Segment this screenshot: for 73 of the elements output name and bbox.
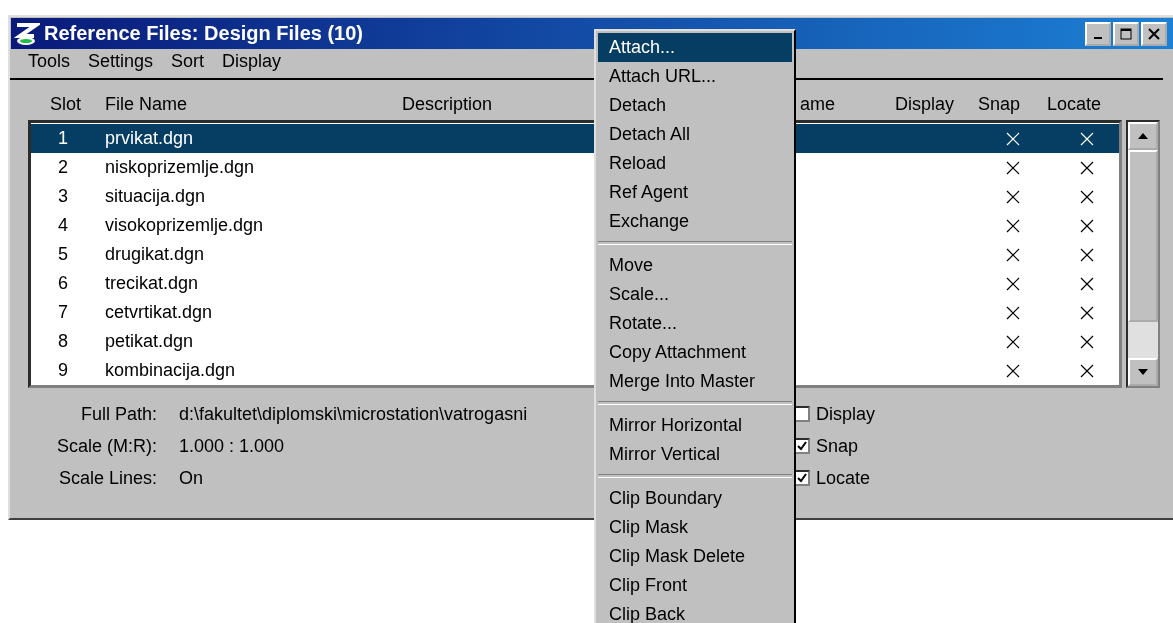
menu-item[interactable]: Tools bbox=[26, 51, 73, 78]
scroll-down-button[interactable] bbox=[1128, 358, 1158, 386]
file-name[interactable]: prvikat.dgn bbox=[105, 128, 402, 149]
context-menu-item[interactable]: Attach... bbox=[598, 33, 792, 62]
file-name[interactable]: cetvrtikat.dgn bbox=[105, 302, 402, 323]
checkbox-label: Display bbox=[816, 403, 876, 425]
context-menu-item[interactable]: Ref Agent bbox=[598, 178, 792, 207]
column-header: Snap bbox=[978, 94, 1021, 115]
file-name[interactable]: petikat.dgn bbox=[105, 331, 402, 352]
column-header: Display bbox=[895, 94, 955, 115]
context-menu-item[interactable]: Reload bbox=[598, 149, 792, 178]
context-menu-item[interactable]: Attach URL... bbox=[598, 62, 792, 91]
app-logo-icon bbox=[14, 20, 40, 47]
column-header: Slot bbox=[50, 94, 82, 115]
context-menu-item[interactable]: Mirror Horizontal bbox=[598, 411, 792, 440]
column-header: File Name bbox=[105, 94, 188, 115]
minimize-button[interactable] bbox=[1085, 21, 1111, 46]
column-header: ame bbox=[800, 94, 835, 115]
checkbox-label: Locate bbox=[816, 467, 871, 489]
file-name[interactable]: visokoprizemlje.dgn bbox=[105, 215, 402, 236]
file-name[interactable]: niskoprizemlje.dgn bbox=[105, 157, 402, 178]
context-menu-item[interactable]: Clip Mask bbox=[598, 513, 792, 542]
context-menu-item[interactable]: Detach bbox=[598, 91, 792, 120]
field-label: Full Path: bbox=[79, 403, 157, 426]
slot-number: 7 bbox=[57, 302, 69, 323]
field-value: On bbox=[179, 467, 203, 490]
slot-number: 4 bbox=[57, 215, 69, 236]
menu-item[interactable]: Display bbox=[220, 51, 284, 78]
file-name[interactable]: drugikat.dgn bbox=[105, 244, 402, 265]
context-menu-item[interactable]: Rotate... bbox=[598, 309, 792, 338]
maximize-button[interactable] bbox=[1113, 21, 1139, 46]
context-menu-item[interactable]: Clip Mask Delete bbox=[598, 542, 792, 571]
slot-number: 3 bbox=[57, 186, 69, 207]
context-menu-item[interactable]: Copy Attachment bbox=[598, 338, 792, 367]
context-menu-item[interactable]: Move bbox=[598, 251, 792, 280]
field-value: d:\fakultet\diplomski\microstation\vatrogasni bbox=[179, 403, 528, 426]
context-menu-item[interactable]: Scale... bbox=[598, 280, 792, 309]
checkmark-icon bbox=[797, 441, 807, 451]
up-arrow-icon bbox=[1137, 132, 1149, 140]
column-header: Locate bbox=[1047, 94, 1102, 115]
file-name[interactable]: trecikat.dgn bbox=[105, 273, 402, 294]
minimize-icon bbox=[1094, 36, 1102, 39]
field-value: 1.000 : 1.000 bbox=[179, 435, 285, 458]
context-menu-item[interactable]: Detach All bbox=[598, 120, 792, 149]
scroll-up-button[interactable] bbox=[1128, 122, 1158, 150]
slot-number: 9 bbox=[57, 360, 69, 381]
maximize-icon bbox=[1120, 27, 1132, 40]
scroll-thumb[interactable] bbox=[1128, 150, 1158, 322]
slot-number: 8 bbox=[57, 331, 69, 352]
menu-item[interactable]: Settings bbox=[86, 51, 156, 78]
context-menu-item[interactable]: Clip Front bbox=[598, 571, 792, 600]
window-title: Reference Files: Design Files (10) bbox=[44, 22, 363, 45]
context-menu-item[interactable]: Mirror Vertical bbox=[598, 440, 792, 469]
checkbox-label: Snap bbox=[816, 435, 859, 457]
close-button[interactable] bbox=[1141, 21, 1167, 46]
context-menu-item[interactable]: Clip Back bbox=[598, 600, 792, 623]
context-menu-item[interactable]: Exchange bbox=[598, 207, 792, 236]
column-header: Description bbox=[402, 94, 493, 115]
file-name[interactable]: kombinacija.dgn bbox=[105, 360, 402, 381]
slot-number: 6 bbox=[57, 273, 69, 294]
down-arrow-icon bbox=[1137, 368, 1149, 376]
slot-number: 5 bbox=[57, 244, 69, 265]
file-name[interactable]: situacija.dgn bbox=[105, 186, 402, 207]
checkmark-icon bbox=[797, 473, 807, 483]
menu-item[interactable]: Sort bbox=[169, 51, 207, 78]
slot-number: 1 bbox=[57, 128, 69, 149]
context-menu-item[interactable]: Merge Into Master bbox=[598, 367, 792, 396]
context-menu-item[interactable]: Clip Boundary bbox=[598, 484, 792, 513]
slot-number: 2 bbox=[57, 157, 69, 178]
field-label: Scale (M:R): bbox=[56, 435, 157, 458]
close-icon bbox=[1148, 27, 1160, 40]
field-label: Scale Lines: bbox=[57, 467, 157, 490]
scrollbar[interactable] bbox=[1126, 120, 1160, 388]
